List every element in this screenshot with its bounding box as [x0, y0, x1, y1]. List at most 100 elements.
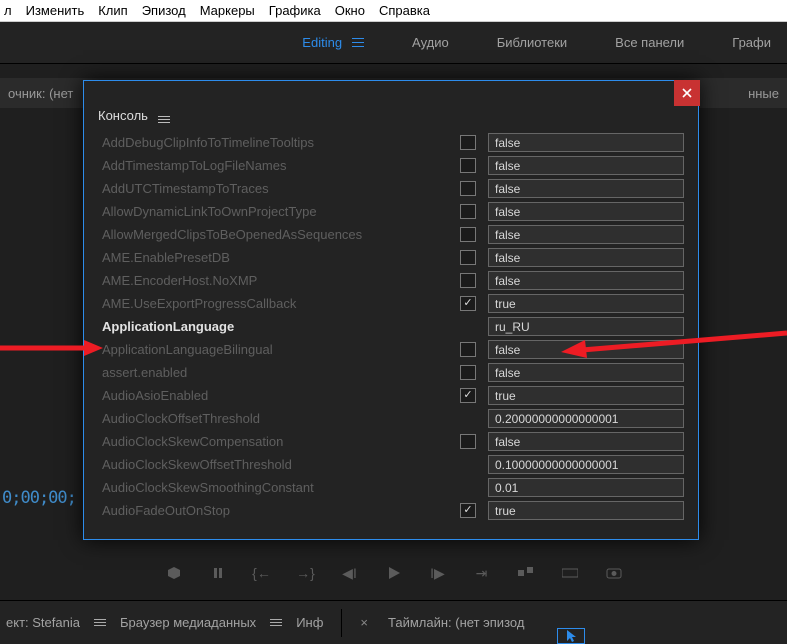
setting-key: AudioClockSkewSmoothingConstant — [98, 480, 448, 495]
goto-out-icon[interactable]: →} — [298, 565, 314, 581]
overwrite-icon[interactable] — [562, 565, 578, 581]
setting-key: assert.enabled — [98, 365, 448, 380]
menu-edit[interactable]: Изменить — [26, 3, 85, 18]
workspace-tab-editing[interactable]: Editing — [302, 35, 364, 50]
console-row: AudioClockOffsetThreshold0.2000000000000… — [98, 407, 684, 430]
setting-checkbox[interactable] — [460, 158, 476, 173]
setting-value[interactable]: true — [488, 294, 684, 313]
setting-value[interactable]: false — [488, 248, 684, 267]
console-row: AME.UseExportProgressCallback✓true — [98, 292, 684, 315]
cursor-icon — [566, 630, 576, 642]
setting-key: AudioAsioEnabled — [98, 388, 448, 403]
marker-out-icon[interactable] — [210, 565, 226, 581]
selection-icon[interactable] — [557, 628, 585, 644]
setting-checkbox[interactable] — [460, 204, 476, 219]
setting-value[interactable]: false — [488, 432, 684, 451]
project-menu-icon[interactable] — [94, 619, 106, 626]
console-row: AudioAsioEnabled ✓ true — [98, 384, 684, 407]
next-icon[interactable]: ⇥ — [474, 565, 490, 581]
setting-key: AudioClockSkewCompensation — [98, 434, 448, 449]
play-icon[interactable] — [386, 565, 402, 581]
setting-value[interactable]: 0.20000000000000001 — [488, 409, 684, 428]
setting-checkbox[interactable]: ✓ — [460, 503, 476, 518]
menu-partial[interactable]: л — [4, 3, 12, 18]
setting-value[interactable]: false — [488, 363, 684, 382]
media-browser-menu-icon[interactable] — [270, 619, 282, 626]
setting-key: AllowDynamicLinkToOwnProjectType — [98, 204, 448, 219]
right-panel-label: нные — [748, 86, 779, 101]
close-icon — [682, 88, 692, 98]
menu-help[interactable]: Справка — [379, 3, 430, 18]
step-forward-icon[interactable]: I▶ — [430, 565, 446, 581]
setting-value[interactable]: false — [488, 133, 684, 152]
timeline-tab[interactable]: Таймлайн: (нет эпизод — [388, 615, 524, 630]
setting-key: ApplicationLanguage — [98, 319, 448, 334]
setting-checkbox[interactable]: ✓ — [460, 296, 476, 311]
setting-value[interactable]: false — [488, 156, 684, 175]
info-tab[interactable]: Инф — [296, 615, 323, 630]
close-tab-icon[interactable]: × — [360, 615, 368, 630]
console-row: AudioClockSkewSmoothingConstant 0.01 — [98, 476, 684, 499]
setting-checkbox[interactable] — [460, 135, 476, 150]
menu-window[interactable]: Окно — [335, 3, 365, 18]
bottom-panel-bar: ект: Stefania Браузер медиаданных Инф × … — [0, 600, 787, 644]
setting-value[interactable]: false — [488, 179, 684, 198]
setting-checkbox[interactable] — [460, 365, 476, 380]
step-back-icon[interactable]: ◀I — [342, 565, 358, 581]
setting-value[interactable]: ru_RU — [488, 317, 684, 336]
divider — [341, 609, 342, 637]
source-panel-label: очник: (нет — [8, 86, 73, 101]
console-dialog: Консоль AddDebugClipInfoToTimelineToolti… — [83, 80, 699, 540]
setting-checkbox[interactable] — [460, 227, 476, 242]
workspace-tab-libraries[interactable]: Библиотеки — [497, 35, 567, 50]
console-row: AudioFadeOutOnStop ✓ true — [98, 499, 684, 522]
export-frame-icon[interactable] — [606, 565, 622, 581]
setting-checkbox[interactable] — [460, 181, 476, 196]
goto-in-icon[interactable]: {← — [254, 565, 270, 581]
setting-value[interactable]: true — [488, 501, 684, 520]
setting-value[interactable]: true — [488, 386, 684, 405]
setting-value[interactable]: 0.01 — [488, 478, 684, 497]
insert-icon[interactable] — [518, 565, 534, 581]
setting-key: AddDebugClipInfoToTimelineTooltips — [98, 135, 448, 150]
setting-key: AudioClockSkewOffsetThreshold — [98, 457, 448, 472]
timecode: 0;00;00; — [2, 488, 76, 508]
project-tab[interactable]: ект: Stefania — [6, 615, 80, 630]
setting-value[interactable]: false — [488, 271, 684, 290]
menu-markers[interactable]: Маркеры — [200, 3, 255, 18]
setting-checkbox[interactable] — [460, 434, 476, 449]
console-row: AudioClockSkewOffsetThreshold 0.100000000… — [98, 453, 684, 476]
console-header: Консоль — [84, 81, 698, 131]
setting-checkbox[interactable] — [460, 342, 476, 357]
console-row: AddDebugClipInfoToTimelineTooltips false — [98, 131, 684, 154]
setting-checkbox[interactable] — [460, 273, 476, 288]
console-row: AME.EnablePresetDB false — [98, 246, 684, 269]
console-row: ApplicationLanguageBilingualfalse — [98, 338, 684, 361]
close-button[interactable] — [674, 80, 700, 106]
setting-checkbox[interactable] — [460, 250, 476, 265]
console-row: AudioClockSkewCompensation false — [98, 430, 684, 453]
media-browser-tab[interactable]: Браузер медиаданных — [120, 615, 256, 630]
setting-value[interactable]: false — [488, 340, 684, 359]
console-row: AddUTCTimestampToTracesfalse — [98, 177, 684, 200]
setting-checkbox[interactable]: ✓ — [460, 388, 476, 403]
console-menu-icon[interactable] — [158, 116, 170, 123]
setting-key: AME.EnablePresetDB — [98, 250, 448, 265]
setting-value[interactable]: 0.10000000000000001 — [488, 455, 684, 474]
console-row: assert.enabled false — [98, 361, 684, 384]
setting-value[interactable]: false — [488, 225, 684, 244]
setting-key: AllowMergedClipsToBeOpenedAsSequences — [98, 227, 448, 242]
console-list[interactable]: AddDebugClipInfoToTimelineTooltipsfalseA… — [84, 131, 698, 522]
setting-value[interactable]: false — [488, 202, 684, 221]
marker-in-icon[interactable] — [166, 565, 182, 581]
menu-episode[interactable]: Эпизод — [142, 3, 186, 18]
workspace-tab-all-panels[interactable]: Все панели — [615, 35, 684, 50]
workspace-tab-graphics[interactable]: Графи — [732, 35, 771, 50]
menu-clip[interactable]: Клип — [98, 3, 127, 18]
console-row: AllowMergedClipsToBeOpenedAsSequences fal… — [98, 223, 684, 246]
menu-graphics[interactable]: Графика — [269, 3, 321, 18]
console-row: AME.EncoderHost.NoXMPfalse — [98, 269, 684, 292]
setting-key: AudioFadeOutOnStop — [98, 503, 448, 518]
hamburger-icon[interactable] — [352, 38, 364, 47]
workspace-tab-audio[interactable]: Аудио — [412, 35, 449, 50]
